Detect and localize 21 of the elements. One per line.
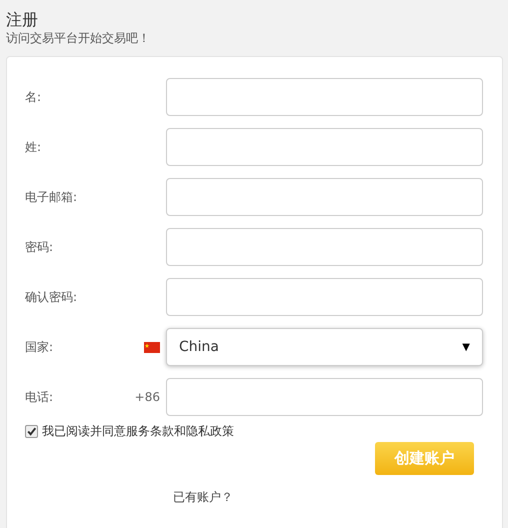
page-subtitle: 访问交易平台开始交易吧！ (6, 30, 151, 46)
input-field[interactable] (166, 278, 483, 316)
login-link[interactable]: 已有账户？ (173, 489, 233, 506)
field-label: 姓: (25, 138, 42, 156)
input-field[interactable] (166, 228, 483, 266)
phone-prefix: +86 (134, 390, 160, 404)
agreement-label: 我已阅读并同意服务条款和隐私政策 (42, 423, 234, 440)
checkbox[interactable] (25, 425, 38, 438)
input-field[interactable] (166, 78, 483, 116)
field-label: 电子邮箱: (25, 188, 78, 206)
input-field[interactable] (166, 128, 483, 166)
country-select[interactable]: China ▼ (166, 328, 483, 366)
field-label: 国家: (25, 338, 54, 356)
page-title: 注册 (6, 10, 39, 30)
field-label: 确认密码: (25, 288, 78, 306)
field-label: 名: (25, 88, 42, 106)
field-label: 电话: (25, 388, 54, 406)
input-field[interactable] (166, 178, 483, 216)
field-label: 密码: (25, 238, 54, 256)
input-field[interactable] (166, 378, 483, 416)
flag-icon (144, 342, 160, 352)
